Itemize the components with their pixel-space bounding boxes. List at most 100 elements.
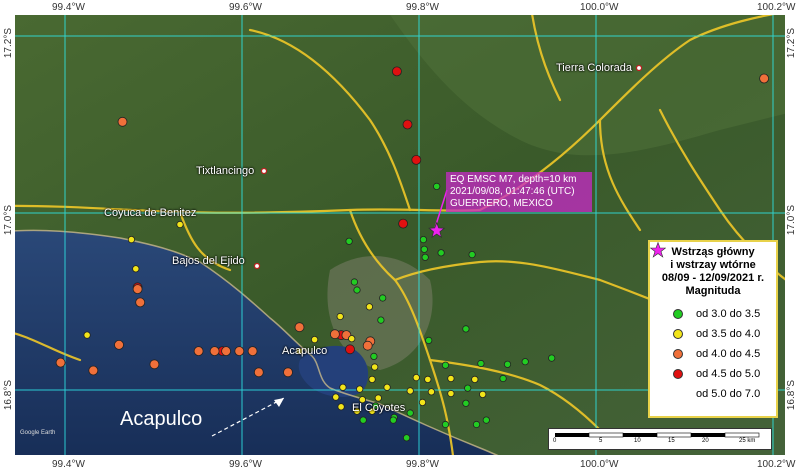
event-marker[interactable] <box>283 367 293 378</box>
legend-title-line-4: Magnituda <box>685 285 741 297</box>
event-marker[interactable] <box>114 339 124 350</box>
event-marker[interactable] <box>391 66 402 77</box>
lon-label-100-0: 100.0°W <box>580 2 619 13</box>
event-marker[interactable] <box>221 346 232 357</box>
event-marker[interactable] <box>377 316 385 324</box>
event-marker[interactable] <box>398 218 409 229</box>
event-marker[interactable] <box>370 352 378 360</box>
event-marker[interactable] <box>339 383 347 391</box>
event-marker[interactable] <box>83 331 91 339</box>
event-marker[interactable] <box>117 116 128 127</box>
map-view[interactable]: 17.2°S 17.0°S 16.8°S 17.2°S 17.0°S 16.8°… <box>0 0 800 474</box>
event-marker[interactable] <box>482 416 490 424</box>
event-marker[interactable] <box>135 297 146 308</box>
scale-tick-15: 15 <box>668 438 675 444</box>
event-marker[interactable] <box>402 434 411 442</box>
event-marker[interactable] <box>374 394 382 402</box>
lon-label-99-4: 99.4°W <box>52 2 85 13</box>
legend-title: Wstrząs główny i wstrzay wtórne 08/09 - … <box>650 242 776 298</box>
event-marker[interactable] <box>234 346 245 357</box>
event-marker[interactable] <box>479 390 487 398</box>
event-marker[interactable] <box>379 294 387 302</box>
event-marker[interactable] <box>368 375 376 383</box>
event-marker[interactable] <box>412 373 420 382</box>
event-marker[interactable] <box>88 365 99 376</box>
event-marker[interactable] <box>365 303 373 311</box>
epicenter-line-2: 2021/09/08, 01:47:46 (UTC) <box>450 186 575 197</box>
legend-item-mag-4-5: od 4.5 do 5.0 <box>650 364 776 384</box>
event-marker[interactable] <box>499 374 507 383</box>
event-marker[interactable] <box>447 374 455 383</box>
event-marker[interactable] <box>406 409 414 417</box>
place-label-tixtlancingo: Tixtlancingo <box>196 165 255 177</box>
event-marker[interactable] <box>424 375 432 383</box>
event-marker[interactable] <box>468 251 476 259</box>
event-marker[interactable] <box>149 359 160 370</box>
event-marker[interactable] <box>176 220 184 229</box>
epicenter-line-3: GUERRERO, MEXICO <box>450 198 553 209</box>
legend-title-line-3: 08/09 - 12/09/2021 r. <box>661 272 765 284</box>
event-marker[interactable] <box>421 253 429 261</box>
event-marker[interactable] <box>356 385 364 393</box>
event-marker[interactable] <box>402 119 413 130</box>
legend-dot-green <box>673 309 683 319</box>
event-marker[interactable] <box>433 182 441 190</box>
event-marker[interactable] <box>209 346 220 357</box>
event-marker[interactable] <box>132 265 140 273</box>
event-marker[interactable] <box>353 286 361 294</box>
event-marker[interactable] <box>371 363 379 371</box>
event-marker[interactable] <box>471 375 479 383</box>
legend-item-mag-4-0: od 4.0 do 4.5 <box>650 344 776 364</box>
event-marker[interactable] <box>345 237 353 245</box>
event-marker[interactable] <box>441 420 450 429</box>
place-marker-tixtlancingo <box>260 167 268 175</box>
event-marker[interactable] <box>348 335 356 343</box>
scale-tick-10: 10 <box>634 438 641 444</box>
event-marker[interactable] <box>462 325 470 333</box>
event-marker[interactable] <box>464 384 472 392</box>
event-marker[interactable] <box>253 367 264 378</box>
event-marker[interactable] <box>359 416 367 424</box>
legend-label-mag-3-5: od 3.5 do 4.0 <box>696 328 761 340</box>
event-marker[interactable] <box>310 335 319 344</box>
event-marker[interactable] <box>193 346 204 357</box>
event-marker[interactable] <box>336 312 344 321</box>
place-label-acapulco: Acapulco <box>282 345 328 357</box>
event-marker[interactable] <box>383 383 391 391</box>
event-marker[interactable] <box>132 284 143 295</box>
event-marker[interactable] <box>427 388 435 396</box>
scale-tick-20: 20 <box>702 438 709 444</box>
event-marker[interactable] <box>419 236 427 244</box>
event-marker[interactable] <box>332 393 340 401</box>
event-marker[interactable] <box>337 403 345 411</box>
event-marker[interactable] <box>127 236 135 244</box>
event-marker[interactable] <box>447 389 455 398</box>
event-marker[interactable] <box>411 154 422 165</box>
event-marker[interactable] <box>521 358 529 366</box>
event-marker[interactable] <box>477 359 485 368</box>
event-marker[interactable] <box>418 398 427 406</box>
event-marker[interactable] <box>437 249 445 257</box>
event-marker[interactable] <box>294 322 305 333</box>
legend: Wstrząs główny i wstrzay wtórne 08/09 - … <box>648 240 778 418</box>
event-marker[interactable] <box>462 399 470 407</box>
event-marker[interactable] <box>548 354 556 362</box>
event-marker[interactable] <box>362 340 373 351</box>
event-marker[interactable] <box>472 420 481 429</box>
event-marker[interactable] <box>759 73 769 84</box>
event-marker[interactable] <box>406 387 414 395</box>
event-marker[interactable] <box>247 346 258 357</box>
event-marker[interactable] <box>329 329 340 340</box>
acapulco-annotation: Acapulco <box>120 408 203 430</box>
event-marker[interactable] <box>350 278 358 286</box>
event-marker[interactable] <box>503 360 512 368</box>
event-marker[interactable] <box>420 245 428 253</box>
event-marker[interactable] <box>389 416 397 424</box>
frame-bottom <box>0 455 800 474</box>
lat-label-16-8-right: 16.8°S <box>786 380 797 411</box>
lat-label-17-2-right: 17.2°S <box>786 28 797 59</box>
event-marker[interactable] <box>441 361 450 369</box>
event-marker[interactable] <box>345 344 355 355</box>
event-marker[interactable] <box>55 357 66 368</box>
event-marker[interactable] <box>425 336 433 344</box>
